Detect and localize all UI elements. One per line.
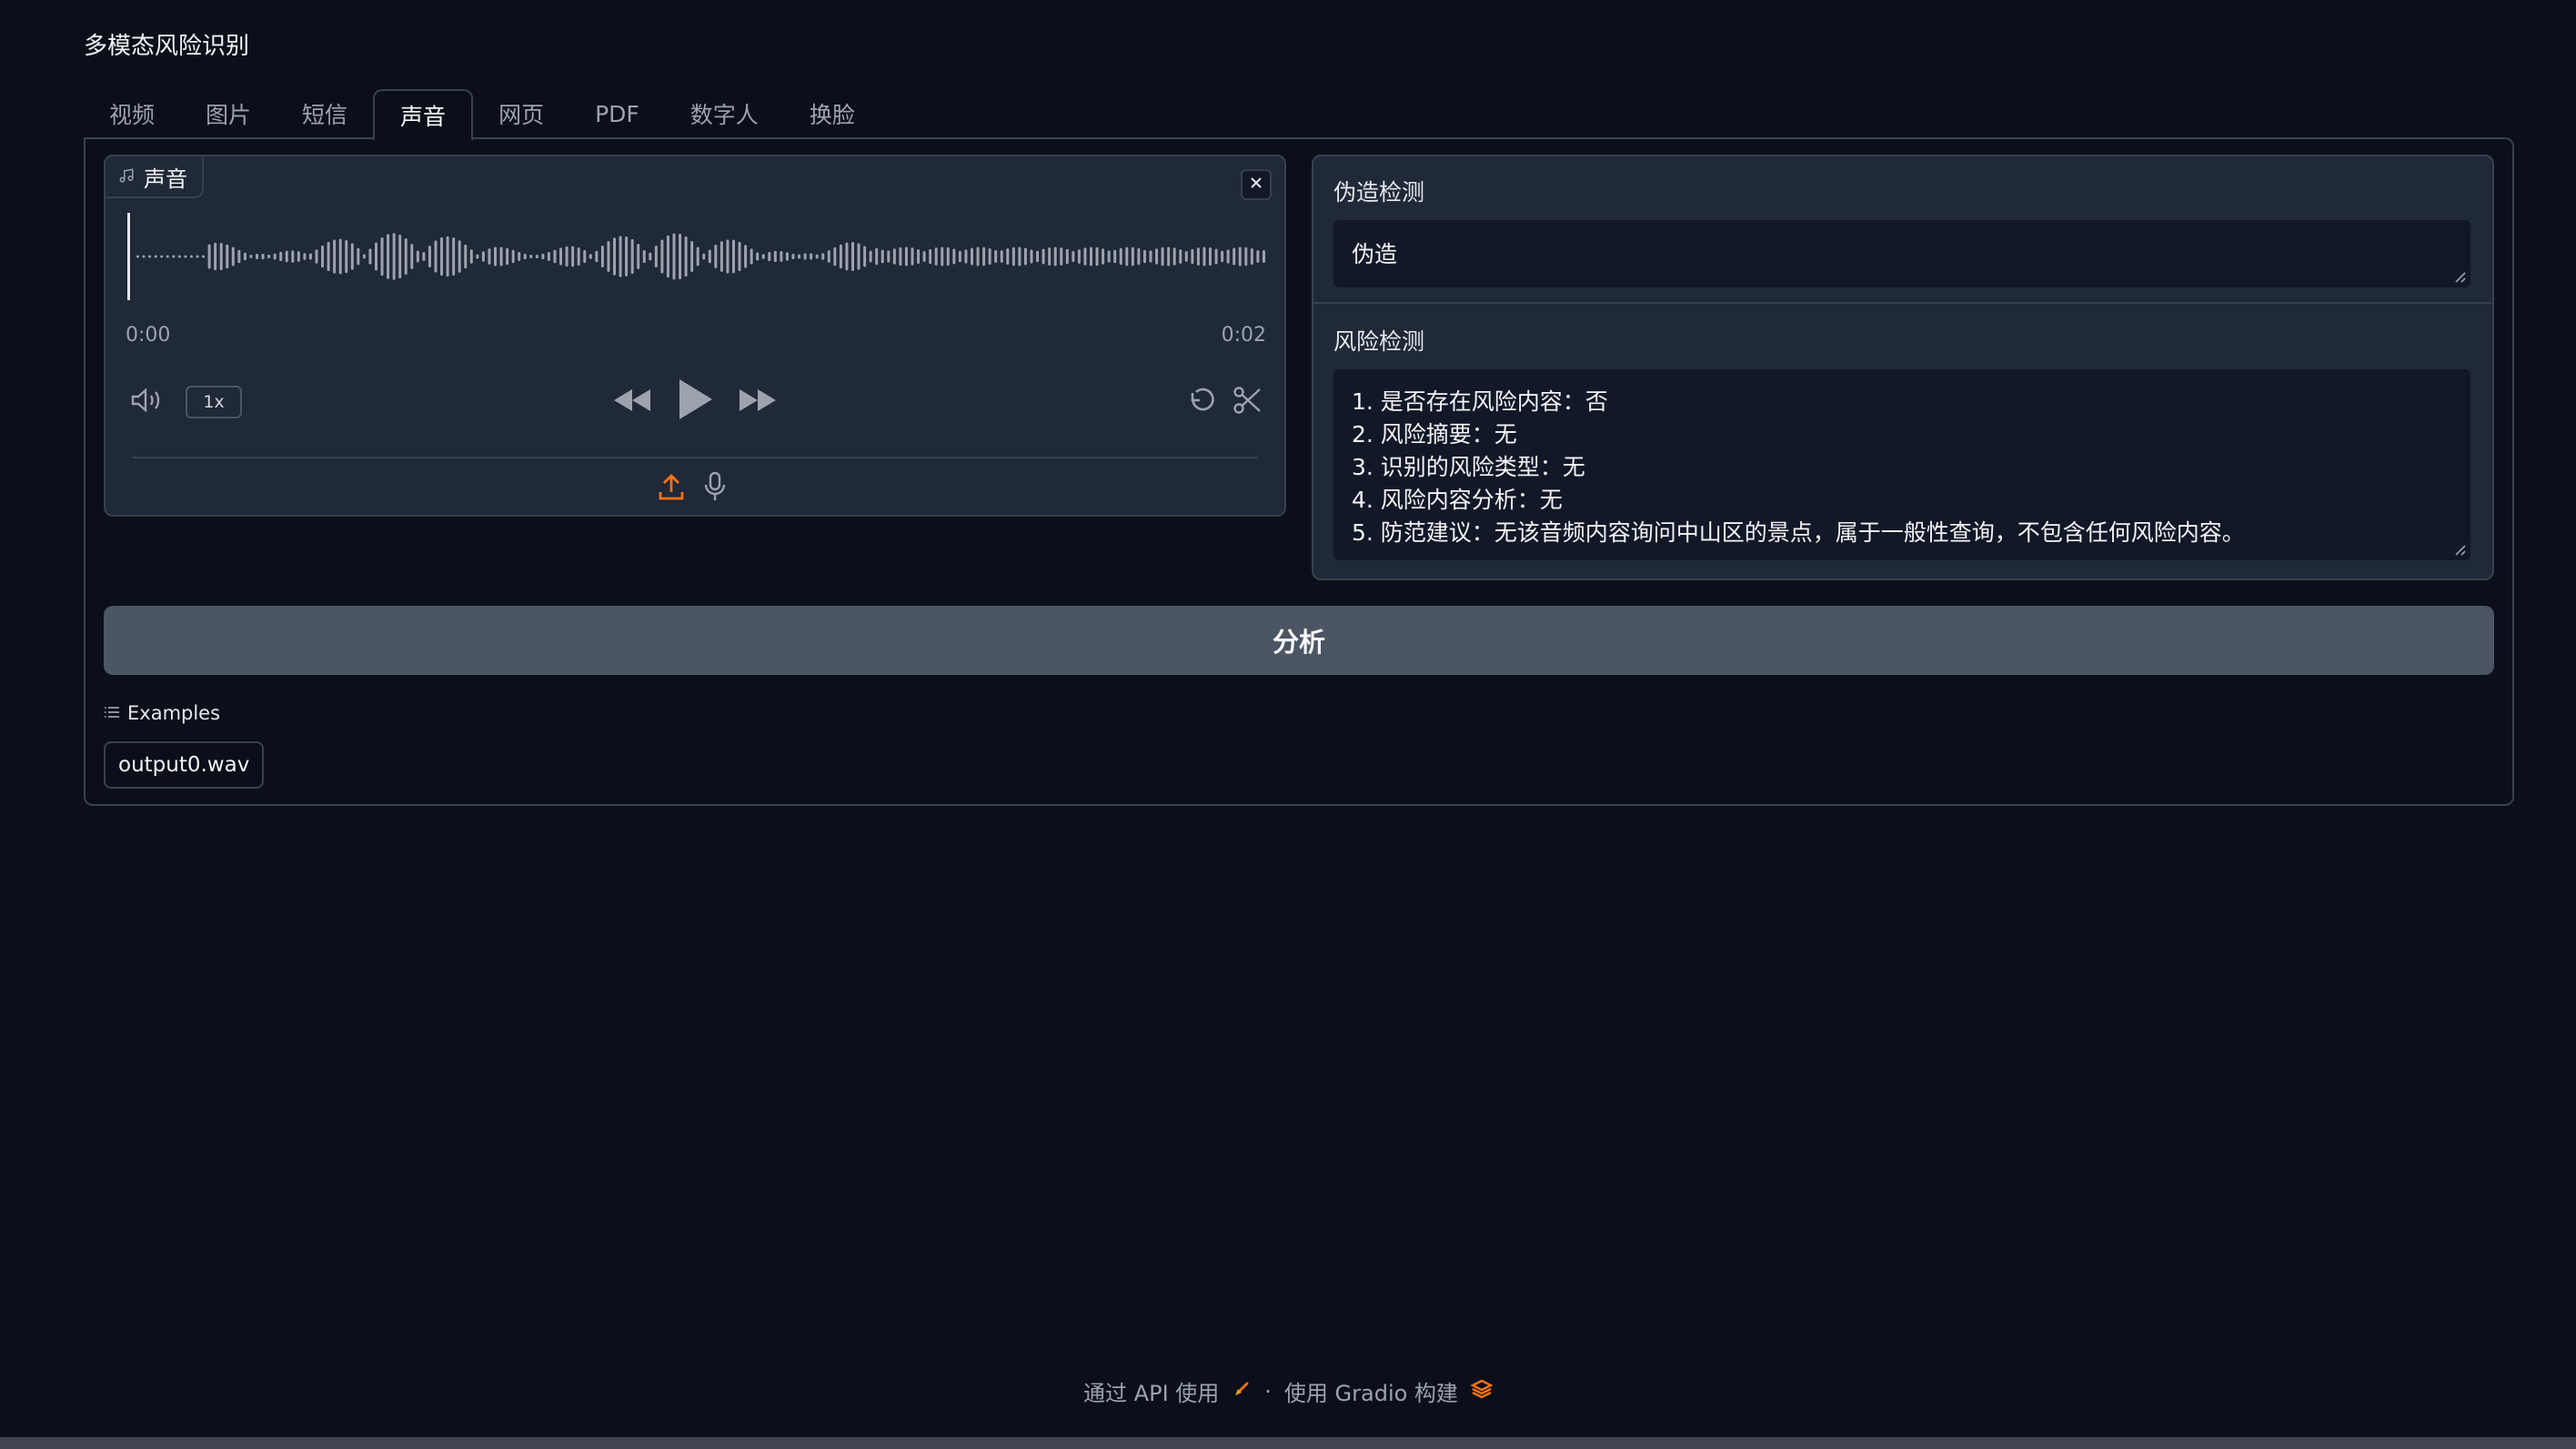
tab-webpage[interactable]: 网页 [473, 89, 569, 138]
fast-forward-button[interactable] [737, 384, 779, 420]
section-divider [1313, 302, 2492, 304]
analyze-button[interactable]: 分析 [104, 606, 2494, 675]
close-button[interactable] [1241, 169, 1272, 200]
app-title: 多模态风险识别 [84, 33, 250, 60]
waveform[interactable] [127, 211, 1273, 302]
resize-handle-icon[interactable] [2452, 269, 2467, 284]
undo-icon [1186, 384, 1219, 420]
music-note-icon [118, 164, 135, 189]
play-button[interactable] [673, 375, 719, 428]
risk-line: 1. 是否存在风险内容：否 [1352, 388, 1608, 415]
forgery-output[interactable]: 伪造 [1332, 218, 2472, 289]
tab-video[interactable]: 视频 [84, 89, 180, 138]
horizontal-scrollbar[interactable] [0, 1437, 2576, 1449]
playback-rate-button[interactable]: 1x [186, 386, 242, 418]
fast-forward-icon [738, 387, 778, 417]
tab-bar: 视频 图片 短信 声音 网页 PDF 数字人 换脸 [84, 89, 880, 140]
undo-button[interactable] [1184, 384, 1221, 420]
volume-icon [130, 387, 165, 418]
tab-face-swap[interactable]: 换脸 [784, 89, 880, 138]
close-icon [1249, 176, 1263, 194]
risk-line: 4. 风险内容分析：无 [1352, 487, 1563, 513]
risk-label: 风险检测 [1333, 328, 1425, 355]
gradio-link[interactable]: 使用 Gradio 构建 [1284, 1375, 1458, 1407]
volume-button[interactable] [129, 386, 166, 418]
tab-digital-human[interactable]: 数字人 [665, 89, 784, 138]
risk-line: 3. 识别的风险类型：无 [1352, 454, 1585, 480]
audio-player: 声音 0:00 0:02 1x [104, 155, 1286, 517]
resize-handle-icon[interactable] [2452, 542, 2467, 557]
example-item[interactable]: output0.wav [104, 741, 265, 789]
upload-icon [659, 474, 684, 505]
current-time: 0:00 [126, 324, 171, 347]
rewind-icon [612, 387, 652, 417]
record-button[interactable] [699, 471, 731, 506]
tab-sms[interactable]: 短信 [277, 89, 373, 138]
footer-separator: · [1264, 1378, 1272, 1404]
rocket-icon [1232, 1379, 1252, 1404]
audio-label: 声音 [106, 156, 204, 198]
audio-divider [133, 457, 1257, 458]
upload-button[interactable] [655, 473, 688, 506]
output-panel: 伪造检测 伪造 风险检测 1. 是否存在风险内容：否 2. 风险摘要：无 3. … [1312, 155, 2494, 580]
risk-line: 2. 风险摘要：无 [1352, 421, 1517, 448]
microphone-icon [703, 471, 727, 506]
scissors-icon [1233, 385, 1263, 419]
total-duration: 0:02 [1221, 324, 1266, 347]
examples-header: Examples [104, 702, 220, 724]
examples-label: Examples [127, 702, 221, 724]
risk-line: 5. 防范建议：无该音频内容询问中山区的景点，属于一般性查询，不包含任何风险内容… [1352, 519, 2245, 546]
tab-image[interactable]: 图片 [180, 89, 277, 138]
tab-pdf[interactable]: PDF [569, 89, 665, 138]
rewind-button[interactable] [611, 384, 653, 420]
list-icon [104, 702, 120, 724]
tab-audio[interactable]: 声音 [373, 89, 474, 140]
play-icon [678, 377, 714, 425]
forgery-value: 伪造 [1352, 241, 1398, 267]
trim-button[interactable] [1230, 384, 1266, 420]
gradio-logo-icon [1470, 1379, 1494, 1404]
api-link[interactable]: 通过 API 使用 [1083, 1375, 1219, 1407]
risk-output[interactable]: 1. 是否存在风险内容：否 2. 风险摘要：无 3. 识别的风险类型：无 4. … [1332, 367, 2472, 562]
risk-text: 1. 是否存在风险内容：否 2. 风险摘要：无 3. 识别的风险类型：无 4. … [1352, 386, 2245, 549]
footer: 通过 API 使用 · 使用 Gradio 构建 [0, 1375, 2576, 1407]
forgery-label: 伪造检测 [1333, 179, 1425, 206]
audio-label-text: 声音 [144, 166, 187, 192]
